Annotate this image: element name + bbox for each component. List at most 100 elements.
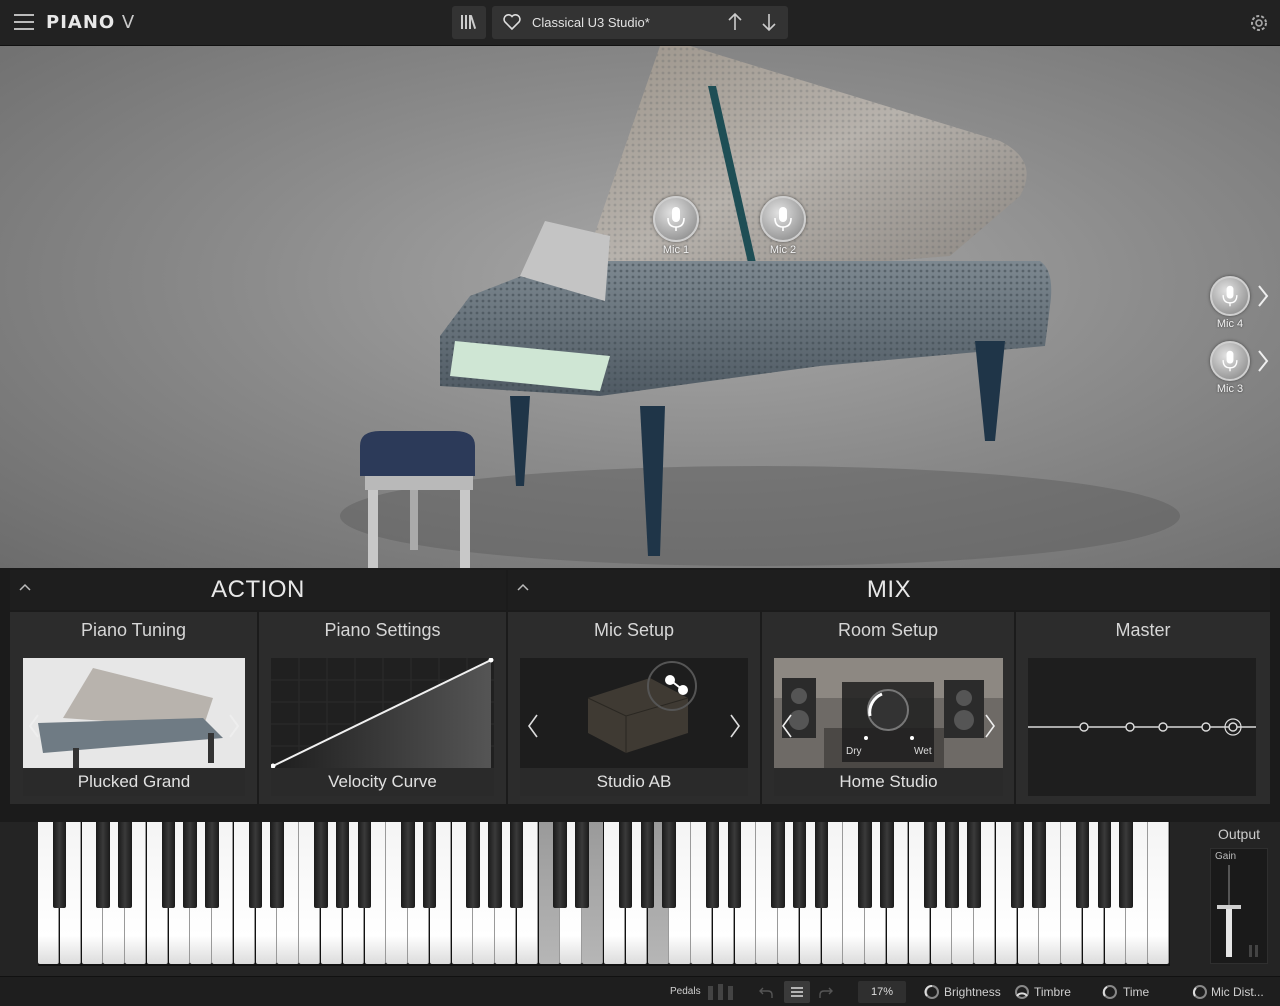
- black-key[interactable]: [727, 822, 742, 908]
- velocity-curve-graph[interactable]: [271, 658, 494, 769]
- black-key[interactable]: [1010, 822, 1025, 908]
- piano-model-view[interactable]: Plucked Grand: [23, 658, 245, 796]
- chevron-right-icon[interactable]: [983, 712, 997, 740]
- black-key[interactable]: [357, 822, 372, 908]
- black-key[interactable]: [401, 822, 415, 908]
- brightness-knob-icon[interactable]: [924, 984, 940, 1000]
- mic-3-label: Mic 3: [1216, 383, 1244, 395]
- black-key[interactable]: [553, 822, 567, 908]
- black-key[interactable]: [814, 822, 829, 908]
- master-eq-view[interactable]: [1028, 658, 1256, 796]
- mic-2-label: Mic 2: [769, 244, 797, 256]
- black-key[interactable]: [945, 822, 959, 908]
- wet-label: Wet: [914, 746, 932, 757]
- mic-setup-view[interactable]: Studio AB: [520, 658, 748, 796]
- master-panel[interactable]: Master: [1016, 612, 1270, 804]
- black-key[interactable]: [422, 822, 437, 908]
- black-key[interactable]: [792, 822, 807, 908]
- time-knob-icon[interactable]: [1102, 984, 1118, 1000]
- piano-settings-panel[interactable]: Piano Settings Velocity Curve: [259, 612, 506, 804]
- black-key[interactable]: [161, 822, 176, 908]
- mic-3[interactable]: Mic 3: [1200, 341, 1260, 395]
- piano-thumbnail: [23, 658, 245, 768]
- chevron-left-icon[interactable]: [780, 712, 794, 740]
- logo-v: V: [115, 12, 136, 33]
- black-key[interactable]: [771, 822, 785, 908]
- piano-keyboard[interactable]: [38, 822, 1170, 966]
- panel-caption: Studio AB: [520, 768, 748, 796]
- panels-area: ACTION MIX Piano Tuning Plucked Grand Pi…: [0, 568, 1280, 822]
- black-key[interactable]: [705, 822, 720, 908]
- timbre-knob-icon[interactable]: [1014, 984, 1030, 1000]
- black-key[interactable]: [858, 822, 872, 908]
- chevron-right-icon[interactable]: [227, 712, 241, 740]
- gear-icon[interactable]: [1248, 12, 1270, 34]
- chevron-right-icon[interactable]: [1256, 349, 1270, 373]
- microphone-icon: [653, 196, 699, 242]
- master-eq-graph[interactable]: [1028, 658, 1256, 796]
- top-bar: PIANO V Classical U3 Studio*: [0, 0, 1280, 46]
- black-key[interactable]: [52, 822, 67, 908]
- microphone-icon: [760, 196, 806, 242]
- black-key[interactable]: [880, 822, 894, 908]
- library-icon: [461, 15, 477, 29]
- black-key[interactable]: [1097, 822, 1112, 908]
- app-logo: PIANO V: [46, 12, 135, 33]
- black-key[interactable]: [488, 822, 502, 908]
- undo-icon[interactable]: [758, 984, 774, 1000]
- zoom-level[interactable]: 17%: [858, 981, 906, 1003]
- mic-setup-panel[interactable]: Mic Setup Studio AB: [508, 612, 760, 804]
- mic-2[interactable]: Mic 2: [753, 196, 813, 256]
- dry-label: Dry: [846, 746, 862, 757]
- mic-1[interactable]: Mic 1: [646, 196, 706, 256]
- piano-tuning-panel[interactable]: Piano Tuning Plucked Grand: [10, 612, 257, 804]
- white-key[interactable]: [1148, 822, 1170, 964]
- black-key[interactable]: [118, 822, 132, 908]
- black-key[interactable]: [662, 822, 676, 908]
- chevron-right-icon[interactable]: [728, 712, 742, 740]
- redo-icon[interactable]: [818, 984, 834, 1000]
- black-key[interactable]: [509, 822, 524, 908]
- black-key[interactable]: [575, 822, 589, 908]
- preset-name: Classical U3 Studio*: [532, 15, 650, 30]
- arrow-down-icon[interactable]: [758, 11, 780, 33]
- panel-caption: Plucked Grand: [23, 768, 245, 796]
- black-key[interactable]: [923, 822, 938, 908]
- black-key[interactable]: [314, 822, 328, 908]
- preset-browser[interactable]: Classical U3 Studio*: [492, 6, 788, 39]
- mic-4[interactable]: Mic 4: [1200, 276, 1260, 330]
- room-setup-panel[interactable]: Room Setup Dry Wet Home Studio: [762, 612, 1014, 804]
- black-key[interactable]: [335, 822, 350, 908]
- mic-distance-knob-icon[interactable]: [1192, 984, 1208, 1000]
- black-key[interactable]: [1075, 822, 1090, 908]
- black-key[interactable]: [205, 822, 219, 908]
- black-key[interactable]: [1119, 822, 1133, 908]
- library-button[interactable]: [452, 6, 486, 39]
- black-key[interactable]: [96, 822, 110, 908]
- chevron-left-icon[interactable]: [27, 712, 41, 740]
- chevron-right-icon[interactable]: [1256, 284, 1270, 308]
- black-key[interactable]: [1032, 822, 1046, 908]
- black-key[interactable]: [967, 822, 981, 908]
- black-key[interactable]: [183, 822, 197, 908]
- arrow-up-icon[interactable]: [724, 11, 746, 33]
- history-list-button[interactable]: [784, 981, 810, 1003]
- brightness-label: Brightness: [944, 985, 1001, 999]
- pedals-icon[interactable]: [706, 982, 736, 1002]
- black-key[interactable]: [248, 822, 263, 908]
- velocity-curve-view[interactable]: Velocity Curve: [271, 658, 494, 796]
- heart-icon[interactable]: [502, 12, 522, 32]
- room-setup-view[interactable]: Dry Wet Home Studio: [774, 658, 1003, 796]
- menu-icon[interactable]: [14, 14, 34, 32]
- black-key[interactable]: [618, 822, 633, 908]
- gain-fader[interactable]: [1211, 863, 1269, 963]
- microphone-icon: [1210, 341, 1250, 381]
- bottom-bar: Pedals 17% Brightness Timbre Time Mic Di…: [0, 976, 1280, 1006]
- chevron-left-icon[interactable]: [526, 712, 540, 740]
- panel-title: Piano Tuning: [80, 620, 187, 640]
- room-image: [774, 658, 1003, 768]
- panel-caption: Home Studio: [774, 768, 1003, 796]
- black-key[interactable]: [270, 822, 284, 908]
- black-key[interactable]: [466, 822, 480, 908]
- black-key[interactable]: [640, 822, 655, 908]
